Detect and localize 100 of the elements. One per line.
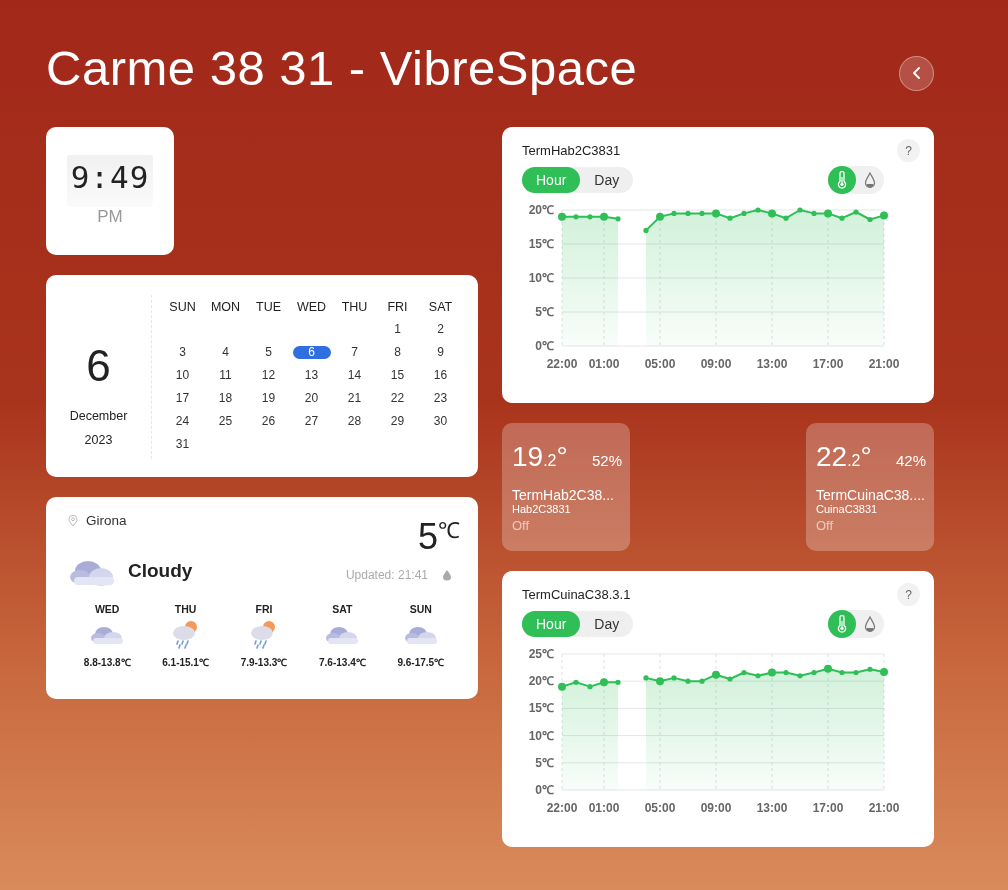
data-point (880, 667, 888, 676)
data-point (755, 673, 761, 679)
calendar-day[interactable]: 10 (163, 369, 202, 382)
calendar-day[interactable]: 6 (292, 346, 331, 359)
calendar-day[interactable]: 31 (163, 438, 202, 451)
humidity-value: 42% (895, 452, 926, 469)
range-tab[interactable]: Day (580, 611, 634, 637)
thermostat-card[interactable]: 22.2° 42% TermCuinaC38.... CuinaC3831 Off (806, 423, 934, 551)
forecast-day: FRI (255, 603, 273, 615)
weekday-label: WED (296, 299, 327, 314)
calendar-day[interactable]: 25 (206, 415, 245, 428)
calendar-day[interactable]: 15 (378, 369, 417, 382)
data-point (643, 227, 649, 233)
weekday-label: MON (210, 299, 241, 314)
data-point (811, 669, 817, 676)
chart-title: TermCuinaC38.3.1 (522, 587, 631, 602)
calendar-day[interactable]: 22 (378, 392, 417, 405)
x-tick-label: 05:00 (644, 801, 676, 815)
weekday-label: SUN (169, 299, 196, 314)
thermometer-icon (836, 171, 848, 189)
calendar-day[interactable]: 16 (421, 369, 460, 382)
x-tick-label: 22:00 (546, 801, 578, 815)
thermometer-icon (836, 615, 848, 633)
thermostat-status: Off (512, 518, 531, 533)
metric-button[interactable] (828, 166, 856, 194)
help-button[interactable]: ? (897, 139, 920, 162)
data-point (699, 678, 705, 684)
data-point (755, 207, 761, 213)
calendar-day[interactable]: 3 (163, 346, 202, 359)
data-point (727, 215, 733, 221)
y-tick-label: 10℃ (528, 271, 554, 285)
y-tick-label: 20℃ (528, 674, 554, 689)
drop-icon (864, 615, 876, 633)
calendar-day[interactable]: 9 (421, 346, 460, 359)
calendar-day[interactable]: 1 (378, 323, 417, 336)
current-temperature: 5 (417, 519, 438, 555)
thermostat-card[interactable]: 19.2° 52% TermHab2C38... Hab2C3831 Off (502, 423, 630, 551)
x-tick-label: 17:00 (812, 357, 844, 371)
forecast-range: 9.6-17.5℃ (397, 656, 445, 669)
calendar-day[interactable]: 30 (421, 415, 460, 428)
forecast-range: 8.8-13.8℃ (83, 656, 131, 669)
location-name: Girona (86, 513, 127, 528)
clock-period: PM (97, 207, 123, 227)
thermostat-temperature: 19.2° (512, 441, 568, 473)
calendar-day[interactable]: 24 (163, 415, 202, 428)
x-tick-label: 17:00 (812, 801, 844, 815)
y-tick-label: 20℃ (528, 203, 554, 217)
data-point (768, 668, 776, 677)
calendar-day[interactable]: 14 (335, 369, 374, 382)
location-pin-icon (68, 514, 78, 527)
data-point (587, 684, 593, 690)
calendar-day[interactable]: 26 (249, 415, 288, 428)
calendar-day[interactable]: 19 (249, 392, 288, 405)
forecast-range: 6.1-15.1℃ (162, 656, 209, 669)
calendar-day[interactable]: 21 (335, 392, 374, 405)
calendar-day[interactable]: 28 (335, 415, 374, 428)
back-button[interactable] (899, 55, 934, 91)
data-point (615, 679, 621, 685)
metric-button[interactable] (828, 610, 856, 638)
y-tick-label: 5℃ (535, 755, 554, 770)
forecast-range: 7.6-13.4℃ (319, 656, 366, 669)
calendar-day[interactable]: 27 (292, 415, 331, 428)
x-tick-label: 01:00 (588, 357, 620, 371)
y-tick-label: 5℃ (535, 305, 554, 319)
calendar-day[interactable]: 4 (206, 346, 245, 359)
data-point (600, 212, 608, 221)
calendar-day[interactable]: 29 (378, 415, 417, 428)
data-point (600, 678, 608, 687)
calendar-day[interactable]: 12 (249, 369, 288, 382)
x-tick-label: 13:00 (756, 357, 788, 371)
range-tab[interactable]: Day (580, 167, 634, 193)
forecast-day: SAT (332, 603, 353, 615)
room-name: CuinaC3831 (816, 503, 879, 515)
x-tick-label: 21:00 (868, 801, 900, 815)
calendar-day[interactable]: 20 (292, 392, 331, 405)
drop-icon (442, 569, 452, 581)
data-point (699, 210, 705, 216)
current-year: 2023 (84, 433, 113, 447)
calendar-day[interactable]: 5 (249, 346, 288, 359)
calendar-day[interactable]: 2 (421, 323, 460, 336)
calendar-day[interactable]: 11 (206, 369, 245, 382)
data-point (768, 209, 776, 218)
calendar-day[interactable]: 17 (163, 392, 202, 405)
weekday-label: SAT (428, 299, 453, 314)
calendar-day[interactable]: 8 (378, 346, 417, 359)
data-point (656, 212, 664, 221)
forecast-day: THU (174, 603, 197, 615)
x-tick-label: 01:00 (588, 801, 620, 815)
x-tick-label: 13:00 (756, 801, 788, 815)
data-point (671, 675, 677, 681)
chart-title: TermHab2C3831 (522, 143, 621, 158)
calendar-day[interactable]: 18 (206, 392, 245, 405)
help-button[interactable]: ? (897, 583, 920, 606)
calendar-day[interactable]: 7 (335, 346, 374, 359)
x-tick-label: 21:00 (868, 357, 900, 371)
data-point (741, 210, 747, 216)
calendar-day[interactable]: 13 (292, 369, 331, 382)
data-point (867, 216, 873, 223)
calendar-day[interactable]: 23 (421, 392, 460, 405)
data-point (558, 682, 566, 691)
